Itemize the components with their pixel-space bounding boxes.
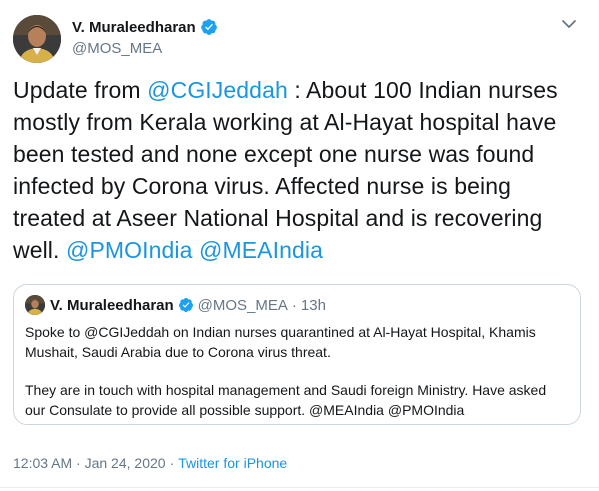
author-info: V. Muraleedharan @MOS_MEA xyxy=(72,17,218,57)
quoted-paragraph-2: They are in touch with hospital manageme… xyxy=(25,382,547,418)
quoted-avatar xyxy=(25,295,45,315)
quoted-handle: @MOS_MEA xyxy=(197,296,288,314)
mention-link-meaindia[interactable]: @MEAIndia xyxy=(199,237,323,263)
tweet-text: Update from @CGIJeddah : About 100 India… xyxy=(13,74,588,266)
tweet-header: V. Muraleedharan @MOS_MEA xyxy=(13,12,599,63)
tweet-meta: 12:03 AM · Jan 24, 2020 · Twitter for iPho… xyxy=(13,455,287,471)
quoted-tweet-body: Spoke to @CGIJeddah on Indian nurses qua… xyxy=(25,323,570,420)
author-display-name[interactable]: V. Muraleedharan xyxy=(72,19,196,36)
chevron-down-icon[interactable] xyxy=(559,14,579,34)
quoted-separator: · xyxy=(291,296,297,314)
verified-badge-icon xyxy=(178,297,194,313)
tweet-text-segment: : About 100 Indian nurses mostly from Ke… xyxy=(13,77,558,263)
tweet-timestamp[interactable]: 12:03 AM · Jan 24, 2020 xyxy=(13,455,166,471)
author-handle[interactable]: @MOS_MEA xyxy=(72,40,218,57)
verified-badge-icon xyxy=(200,18,218,36)
meta-separator: · xyxy=(169,455,175,471)
avatar[interactable] xyxy=(13,15,61,63)
quoted-display-name: V. Muraleedharan xyxy=(50,296,174,314)
tweet-text-segment: Update from xyxy=(13,77,148,103)
divider xyxy=(0,487,599,488)
quoted-tweet-header: V. Muraleedharan @MOS_MEA · 13h xyxy=(25,295,326,315)
tweet-source-link[interactable]: Twitter for iPhone xyxy=(178,455,287,471)
mention-link-pmoindia[interactable]: @PMOIndia xyxy=(66,237,193,263)
tweet-card: V. Muraleedharan @MOS_MEA Update from @C… xyxy=(0,0,599,491)
quoted-paragraph-1: Spoke to @CGIJeddah on Indian nurses qua… xyxy=(25,324,536,360)
mention-link-cgijeddah[interactable]: @CGIJeddah xyxy=(147,77,288,103)
quoted-tweet[interactable]: V. Muraleedharan @MOS_MEA · 13h Spoke to… xyxy=(13,284,581,425)
quoted-timestamp: 13h xyxy=(300,296,326,314)
